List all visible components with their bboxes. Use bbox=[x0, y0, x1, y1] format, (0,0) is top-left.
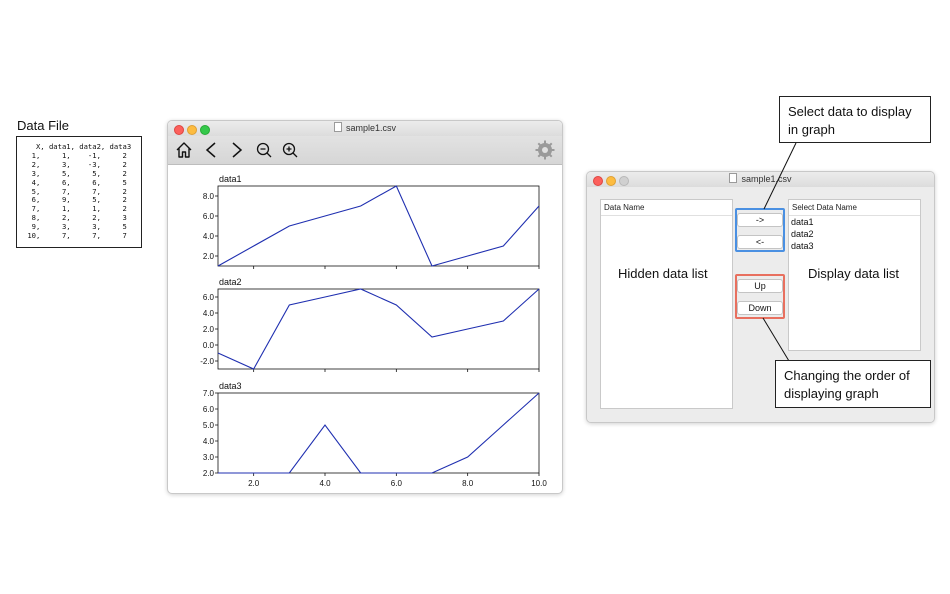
display-list-item[interactable]: data3 bbox=[789, 240, 920, 252]
display-list-item[interactable]: data1 bbox=[789, 216, 920, 228]
close-button[interactable] bbox=[174, 125, 184, 135]
display-list-items: data1 data2 data3 bbox=[789, 216, 920, 252]
maximize-button[interactable] bbox=[200, 125, 210, 135]
back-icon[interactable] bbox=[200, 139, 222, 161]
y-tick-label: 2.0 bbox=[203, 325, 215, 334]
y-tick-label: 4.0 bbox=[203, 437, 215, 446]
y-tick-label: 3.0 bbox=[203, 453, 215, 462]
subplot-data2: data2 -2.0 0.0 2.0 4.0 6.0 bbox=[200, 277, 540, 372]
move-buttons-highlight bbox=[735, 208, 785, 252]
select-window-title: sample1.csv bbox=[741, 174, 792, 184]
hidden-list-placeholder: Hidden data list bbox=[618, 266, 708, 281]
y-tick-label: 0.0 bbox=[203, 341, 215, 350]
y-tick-label: -2.0 bbox=[200, 357, 214, 366]
subplot-title: data2 bbox=[219, 277, 242, 287]
graph-window: sample1.csv data1 2.0 4.0 6.0 8.0 data2 … bbox=[167, 120, 563, 494]
display-list-item[interactable]: data2 bbox=[789, 228, 920, 240]
close-button[interactable] bbox=[593, 176, 603, 186]
order-buttons-highlight bbox=[735, 274, 785, 319]
series-line-data1 bbox=[217, 185, 540, 267]
maximize-button bbox=[619, 176, 629, 186]
data-file-title: Data File bbox=[17, 118, 70, 133]
subplot-data1: data1 2.0 4.0 6.0 8.0 bbox=[203, 174, 540, 269]
graph-window-title: sample1.csv bbox=[345, 123, 397, 133]
data-file-content-box: X, data1, data2, data3 1, 1, -1, 2 2, 3,… bbox=[16, 136, 142, 248]
axes-frame bbox=[217, 185, 540, 267]
subplot-title: data1 bbox=[219, 174, 242, 184]
y-tick-label: 2.0 bbox=[203, 469, 215, 478]
minimize-button[interactable] bbox=[606, 176, 616, 186]
plot-area: data12.04.06.08.0data2-2.00.02.04.06.0da… bbox=[200, 174, 547, 488]
y-tick-label: 7.0 bbox=[203, 389, 215, 398]
display-list-header: Select Data Name bbox=[789, 200, 920, 216]
subplot-title: data3 bbox=[219, 381, 242, 391]
x-tick-label: 8.0 bbox=[462, 479, 474, 488]
x-tick-label: 2.0 bbox=[248, 479, 260, 488]
subplot-data3: data3 2.0 3.0 4.0 5.0 6.0 7.0 2.0 4.0 6.0 8.0 10.0 bbox=[203, 381, 547, 488]
x-tick-label: 6.0 bbox=[391, 479, 403, 488]
hidden-data-list[interactable]: Data Name bbox=[600, 199, 733, 409]
callout-select-data: Select data to display in graph bbox=[779, 96, 931, 143]
data-file-content: X, data1, data2, data3 1, 1, -1, 2 2, 3,… bbox=[27, 142, 132, 241]
forward-icon[interactable] bbox=[226, 139, 248, 161]
x-tick-label: 10.0 bbox=[531, 479, 547, 488]
axes-frame bbox=[217, 288, 540, 370]
gear-icon[interactable] bbox=[534, 139, 556, 161]
y-tick-label: 6.0 bbox=[203, 293, 215, 302]
y-tick-label: 2.0 bbox=[203, 252, 215, 261]
select-window-titlebar: sample1.csv bbox=[587, 172, 934, 187]
minimize-button[interactable] bbox=[187, 125, 197, 135]
y-tick-label: 8.0 bbox=[203, 192, 215, 201]
graph-window-titlebar: sample1.csv bbox=[168, 121, 562, 136]
home-icon[interactable] bbox=[173, 139, 195, 161]
y-tick-label: 4.0 bbox=[203, 309, 215, 318]
display-list-placeholder: Display data list bbox=[808, 266, 900, 281]
y-tick-label: 5.0 bbox=[203, 421, 215, 430]
graph-toolbar bbox=[168, 136, 562, 165]
x-tick-label: 4.0 bbox=[319, 479, 331, 488]
zoom-in-icon[interactable] bbox=[279, 139, 301, 161]
y-tick-label: 6.0 bbox=[203, 405, 215, 414]
zoom-out-icon[interactable] bbox=[253, 139, 275, 161]
callout-change-order: Changing the order of displaying graph bbox=[775, 360, 931, 408]
y-tick-label: 4.0 bbox=[203, 232, 215, 241]
axes-frame bbox=[217, 392, 540, 474]
document-icon bbox=[729, 173, 738, 183]
series-line-data3 bbox=[218, 392, 540, 474]
series-line-data2 bbox=[217, 288, 540, 370]
y-tick-label: 6.0 bbox=[203, 212, 215, 221]
hidden-list-header: Data Name bbox=[601, 200, 732, 216]
document-icon bbox=[333, 122, 342, 132]
